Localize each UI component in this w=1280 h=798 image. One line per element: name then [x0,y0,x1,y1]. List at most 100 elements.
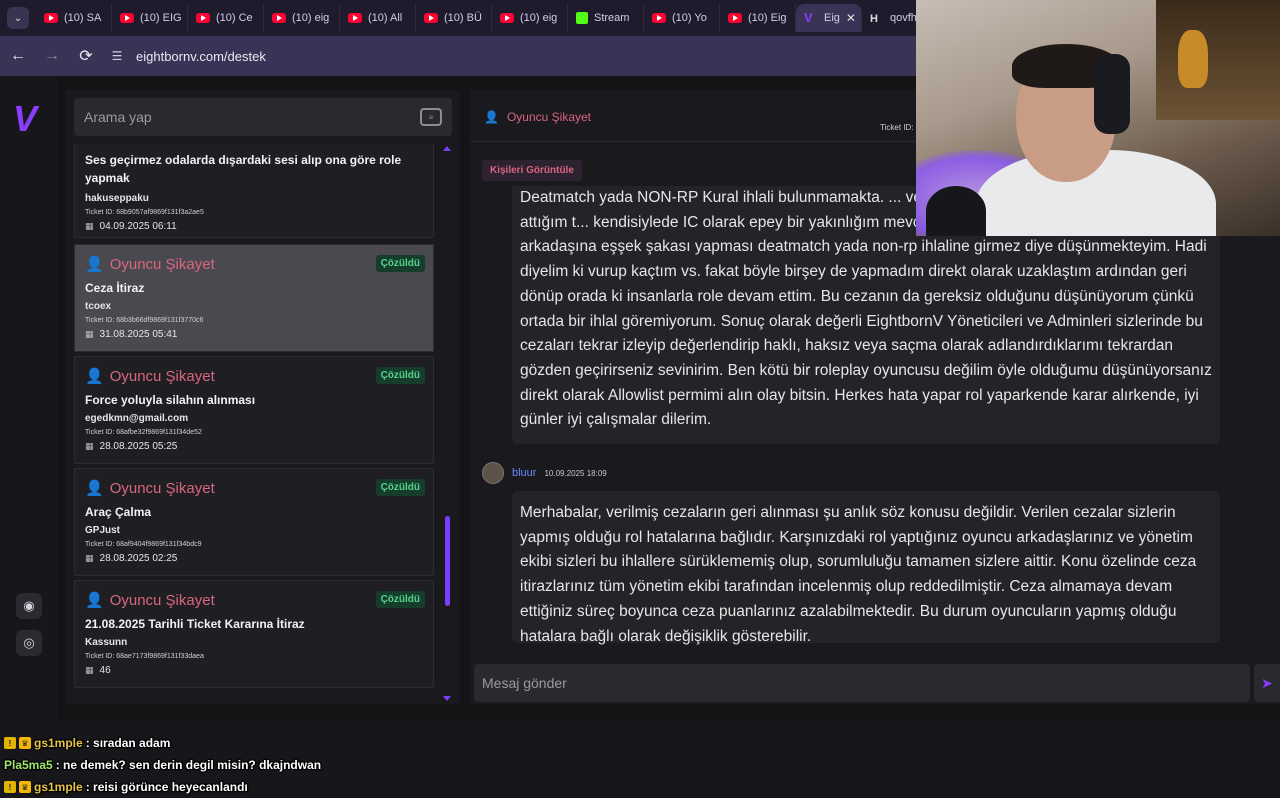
message-thread: Deatmatch yada NON-RP Kural ihlali bulun… [470,186,1280,648]
youtube-icon [728,13,742,23]
ticket-date: ▦ 04.09.2025 06:11 [85,221,177,232]
ticket-date: ▦ 31.08.2025 05:41 [85,329,178,340]
ticket-id: Ticket ID: 68b9057af9869f131f3a2ae5 [85,209,204,216]
ticket-title: Force yoluyla silahın alınması [85,393,256,407]
browser-tab[interactable]: (10) Eig [720,4,796,32]
search-box: ≡ [74,98,452,136]
chat-message: ! ♛ gs1mple: reisi görünce heyecanlandı [4,776,464,798]
url-field[interactable]: ☰ eightbornv.com/destek [108,47,266,65]
subscriber-badge-icon: ! [4,737,16,749]
scrollbar-thumb[interactable] [445,516,450,606]
browser-tab[interactable]: (10) All [340,4,416,32]
ticket-category: 👤 Oyuncu Şikayet [85,591,215,610]
browser-tab[interactable]: (10) BÜ [416,4,492,32]
ticket-detail-category: 👤 Oyuncu Şikayet [484,110,591,124]
browser-tab-active[interactable]: V Eig ✕ [796,4,862,32]
ticket-list: Ses geçirmez odalarda dışardaki sesi alı… [74,144,434,704]
arrow-right-icon: → [44,47,60,64]
ticket-list-panel: ≡ Ses geçirmez odalarda dışardaki sesi a… [66,90,460,704]
ticket-card[interactable]: 👤 Oyuncu Şikayet Çözüldü 21.08.2025 Tarih… [74,580,434,688]
youtube-icon [120,13,134,23]
ticket-title: 21.08.2025 Tarihli Ticket Kararına İtira… [85,617,305,631]
eightborn-icon: V [804,10,813,25]
filter-icon[interactable]: ≡ [420,108,442,126]
stream-chat-overlay: ! ♛ gs1mple: sıradan adam Pla5ma5: ne dem… [4,732,464,798]
scroll-up-arrow-icon[interactable] [443,146,451,151]
ticket-card[interactable]: Ses geçirmez odalarda dışardaki sesi alı… [74,144,434,238]
ticket-user: GPJust [85,525,121,536]
forward-button[interactable]: → [36,40,68,72]
discord-icon[interactable]: ◉ [16,593,42,619]
message-time: 10.09.2025 18:09 [544,468,607,478]
chevron-down-icon: ⌄ [7,7,29,29]
chat-message: Pla5ma5: ne demek? sen derin degil misin… [4,758,322,772]
chat-message: ! ♛ gs1mple: sıradan adam [4,732,464,754]
calendar-icon: ▦ [85,665,94,675]
youtube-icon [500,13,514,23]
reload-icon: ⟳ [79,48,93,65]
author-name[interactable]: bluur [512,467,536,479]
ticket-user: hakuseppaku [85,193,149,204]
status-badge: Çözüldü [375,591,425,608]
arrow-left-icon: ← [10,47,26,64]
ticket-title: Ses geçirmez odalarda dışardaki sesi alı… [85,153,402,185]
send-icon: ➤ [1261,674,1273,691]
back-button[interactable]: ← [2,40,34,72]
browser-tab[interactable]: (10) Ce [188,4,264,32]
user-alert-icon: 👤 [85,368,104,385]
browser-tab[interactable]: (10) Yo [644,4,720,32]
browser-tab[interactable]: (10) EIG [112,4,188,32]
browser-tab[interactable]: Stream [568,4,644,32]
youtube-icon [348,13,362,23]
calendar-icon: ▦ [85,441,94,451]
ticket-user: tcoex [85,301,112,312]
youtube-icon [196,13,210,23]
instagram-icon[interactable]: ◎ [16,630,42,656]
ticket-card[interactable]: 👤 Oyuncu Şikayet Çözüldü Araç Çalma GPJus… [74,468,434,576]
ticket-user: egedkmn@gmail.com [85,413,189,424]
vase [1178,30,1208,88]
ticket-id: Ticket ID: 68afbe32f9869f131f34de52 [85,429,202,436]
calendar-icon: ▦ [85,329,94,339]
eightborn-logo[interactable]: V [13,98,37,140]
kick-icon [576,12,588,24]
youtube-icon [272,13,286,23]
webcam-overlay [916,0,1280,236]
browser-tab[interactable]: (10) SA [36,4,112,32]
crown-badge-icon: ♛ [19,737,31,749]
ticket-date: ▦ 46 [85,665,111,676]
ticket-id-label: Ticket ID: [880,123,914,132]
browser-tab[interactable]: (10) eig [264,4,340,32]
message-author: bluur 10.09.2025 18:09 [482,462,607,484]
reload-button[interactable]: ⟳ [70,40,102,72]
send-button[interactable]: ➤ [1254,664,1280,702]
status-badge: Çözüldü [375,479,425,496]
ticket-date: ▦ 28.08.2025 05:25 [85,441,178,452]
tab-search-button[interactable]: ⌄ [0,0,36,36]
h-icon: H [870,13,878,25]
browser-tab[interactable]: (10) eig [492,4,568,32]
view-people-button[interactable]: Kişileri Görüntüle [482,160,582,181]
status-badge: Çözüldü [375,367,425,384]
site-settings-icon[interactable]: ☰ [108,47,126,65]
ticket-card[interactable]: 👤 Oyuncu Şikayet Çözüldü Ceza İtiraz tcoe… [74,244,434,352]
ticket-category: 👤 Oyuncu Şikayet [85,255,215,274]
ticket-id: Ticket ID: 68ae7173f9869f131f33daea [85,653,204,660]
close-icon[interactable]: ✕ [846,11,856,25]
user-alert-icon: 👤 [85,592,104,609]
headset [1094,54,1130,134]
scroll-down-arrow-icon[interactable] [443,696,451,701]
message-input[interactable] [482,675,1242,691]
search-input[interactable] [84,109,420,125]
ticket-title: Ceza İtiraz [85,281,145,295]
ticket-title: Araç Çalma [85,505,152,519]
background-shelf [1156,0,1280,120]
subscriber-badge-icon: ! [4,781,16,793]
crown-badge-icon: ♛ [19,781,31,793]
user-alert-icon: 👤 [85,256,104,273]
ticket-card[interactable]: 👤 Oyuncu Şikayet Çözüldü Force yoluyla si… [74,356,434,464]
avatar[interactable] [482,462,504,484]
calendar-icon: ▦ [85,221,94,231]
message-bubble: Merhabalar, verilmiş cezaların geri alın… [512,491,1220,645]
user-alert-icon: 👤 [85,480,104,497]
